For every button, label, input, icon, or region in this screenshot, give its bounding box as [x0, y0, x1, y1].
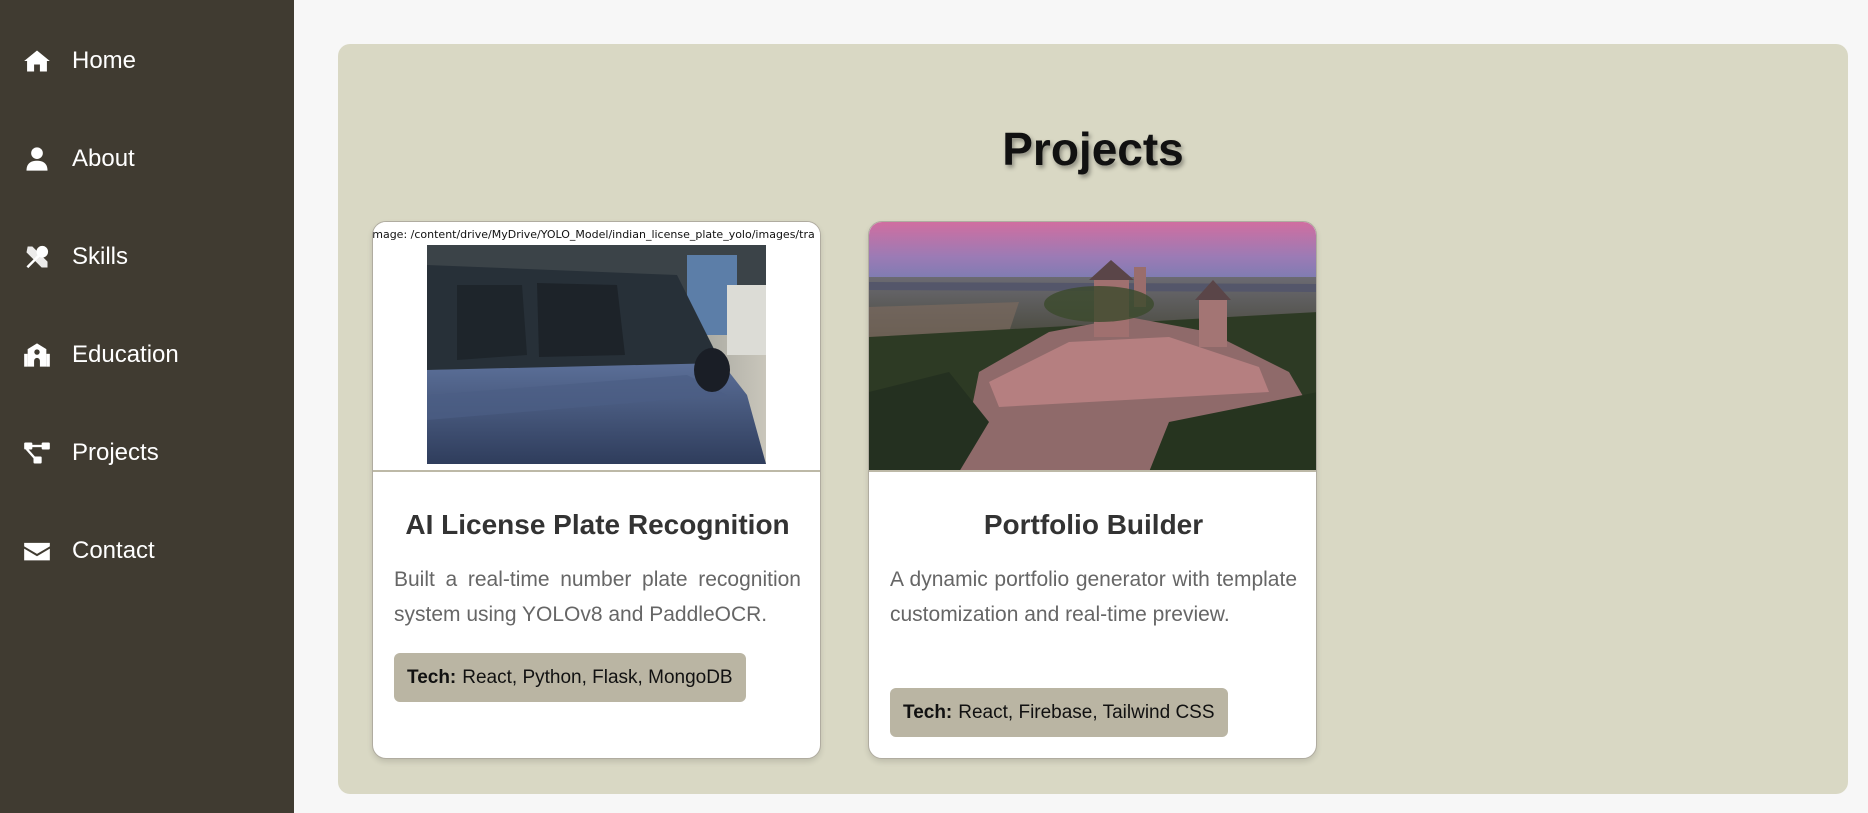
sidebar-item-label: Skills — [72, 243, 129, 270]
sidebar-item-projects[interactable]: Projects — [0, 423, 294, 483]
tools-icon — [23, 243, 51, 271]
tech-badge: Tech: React, Firebase, Tailwind CSS — [890, 688, 1228, 737]
sidebar-item-home[interactable]: Home — [0, 31, 294, 91]
project-image — [869, 222, 1316, 472]
user-icon — [23, 145, 51, 173]
image-caption: Image: /content/drive/MyDrive/YOLO_Model… — [373, 228, 815, 241]
sidebar-item-label: About — [72, 145, 135, 172]
sidebar-item-about[interactable]: About — [0, 129, 294, 189]
tech-list: React, Firebase, Tailwind CSS — [958, 701, 1215, 723]
sidebar-item-label: Projects — [72, 439, 159, 466]
projects-section: Projects Image: /content/drive/MyDrive/Y… — [338, 44, 1848, 794]
school-icon — [23, 341, 51, 369]
project-title: Portfolio Builder — [983, 509, 1204, 540]
project-description: Built a real-time number plate recogniti… — [394, 568, 801, 626]
project-title: AI License Plate Recognition — [405, 509, 790, 540]
sidebar-item-contact[interactable]: Contact — [0, 521, 294, 581]
project-card[interactable]: Portfolio Builder A dynamic portfolio ge… — [868, 221, 1317, 759]
page-title: Projects — [1002, 123, 1184, 175]
sidebar-item-label: Home — [72, 47, 137, 74]
car-photo — [427, 245, 766, 464]
project-description: A dynamic portfolio generator with templ… — [890, 568, 1297, 626]
project-diagram-icon — [23, 439, 51, 467]
project-card[interactable]: Image: /content/drive/MyDrive/YOLO_Model… — [372, 221, 821, 759]
project-image: Image: /content/drive/MyDrive/YOLO_Model… — [373, 222, 820, 472]
sidebar: Home About Skills Education Projects Con… — [0, 0, 294, 813]
tech-badge: Tech: React, Python, Flask, MongoDB — [394, 653, 746, 702]
home-icon — [23, 47, 51, 75]
sidebar-item-skills[interactable]: Skills — [0, 227, 294, 287]
sidebar-item-education[interactable]: Education — [0, 325, 294, 385]
tech-list: React, Python, Flask, MongoDB — [462, 666, 733, 688]
sidebar-item-label: Education — [72, 341, 179, 368]
sidebar-item-label: Contact — [72, 537, 155, 564]
tech-label: Tech: — [903, 701, 953, 723]
castle-photo — [869, 222, 1316, 470]
tech-label: Tech: — [407, 666, 457, 688]
envelope-icon — [23, 537, 51, 565]
